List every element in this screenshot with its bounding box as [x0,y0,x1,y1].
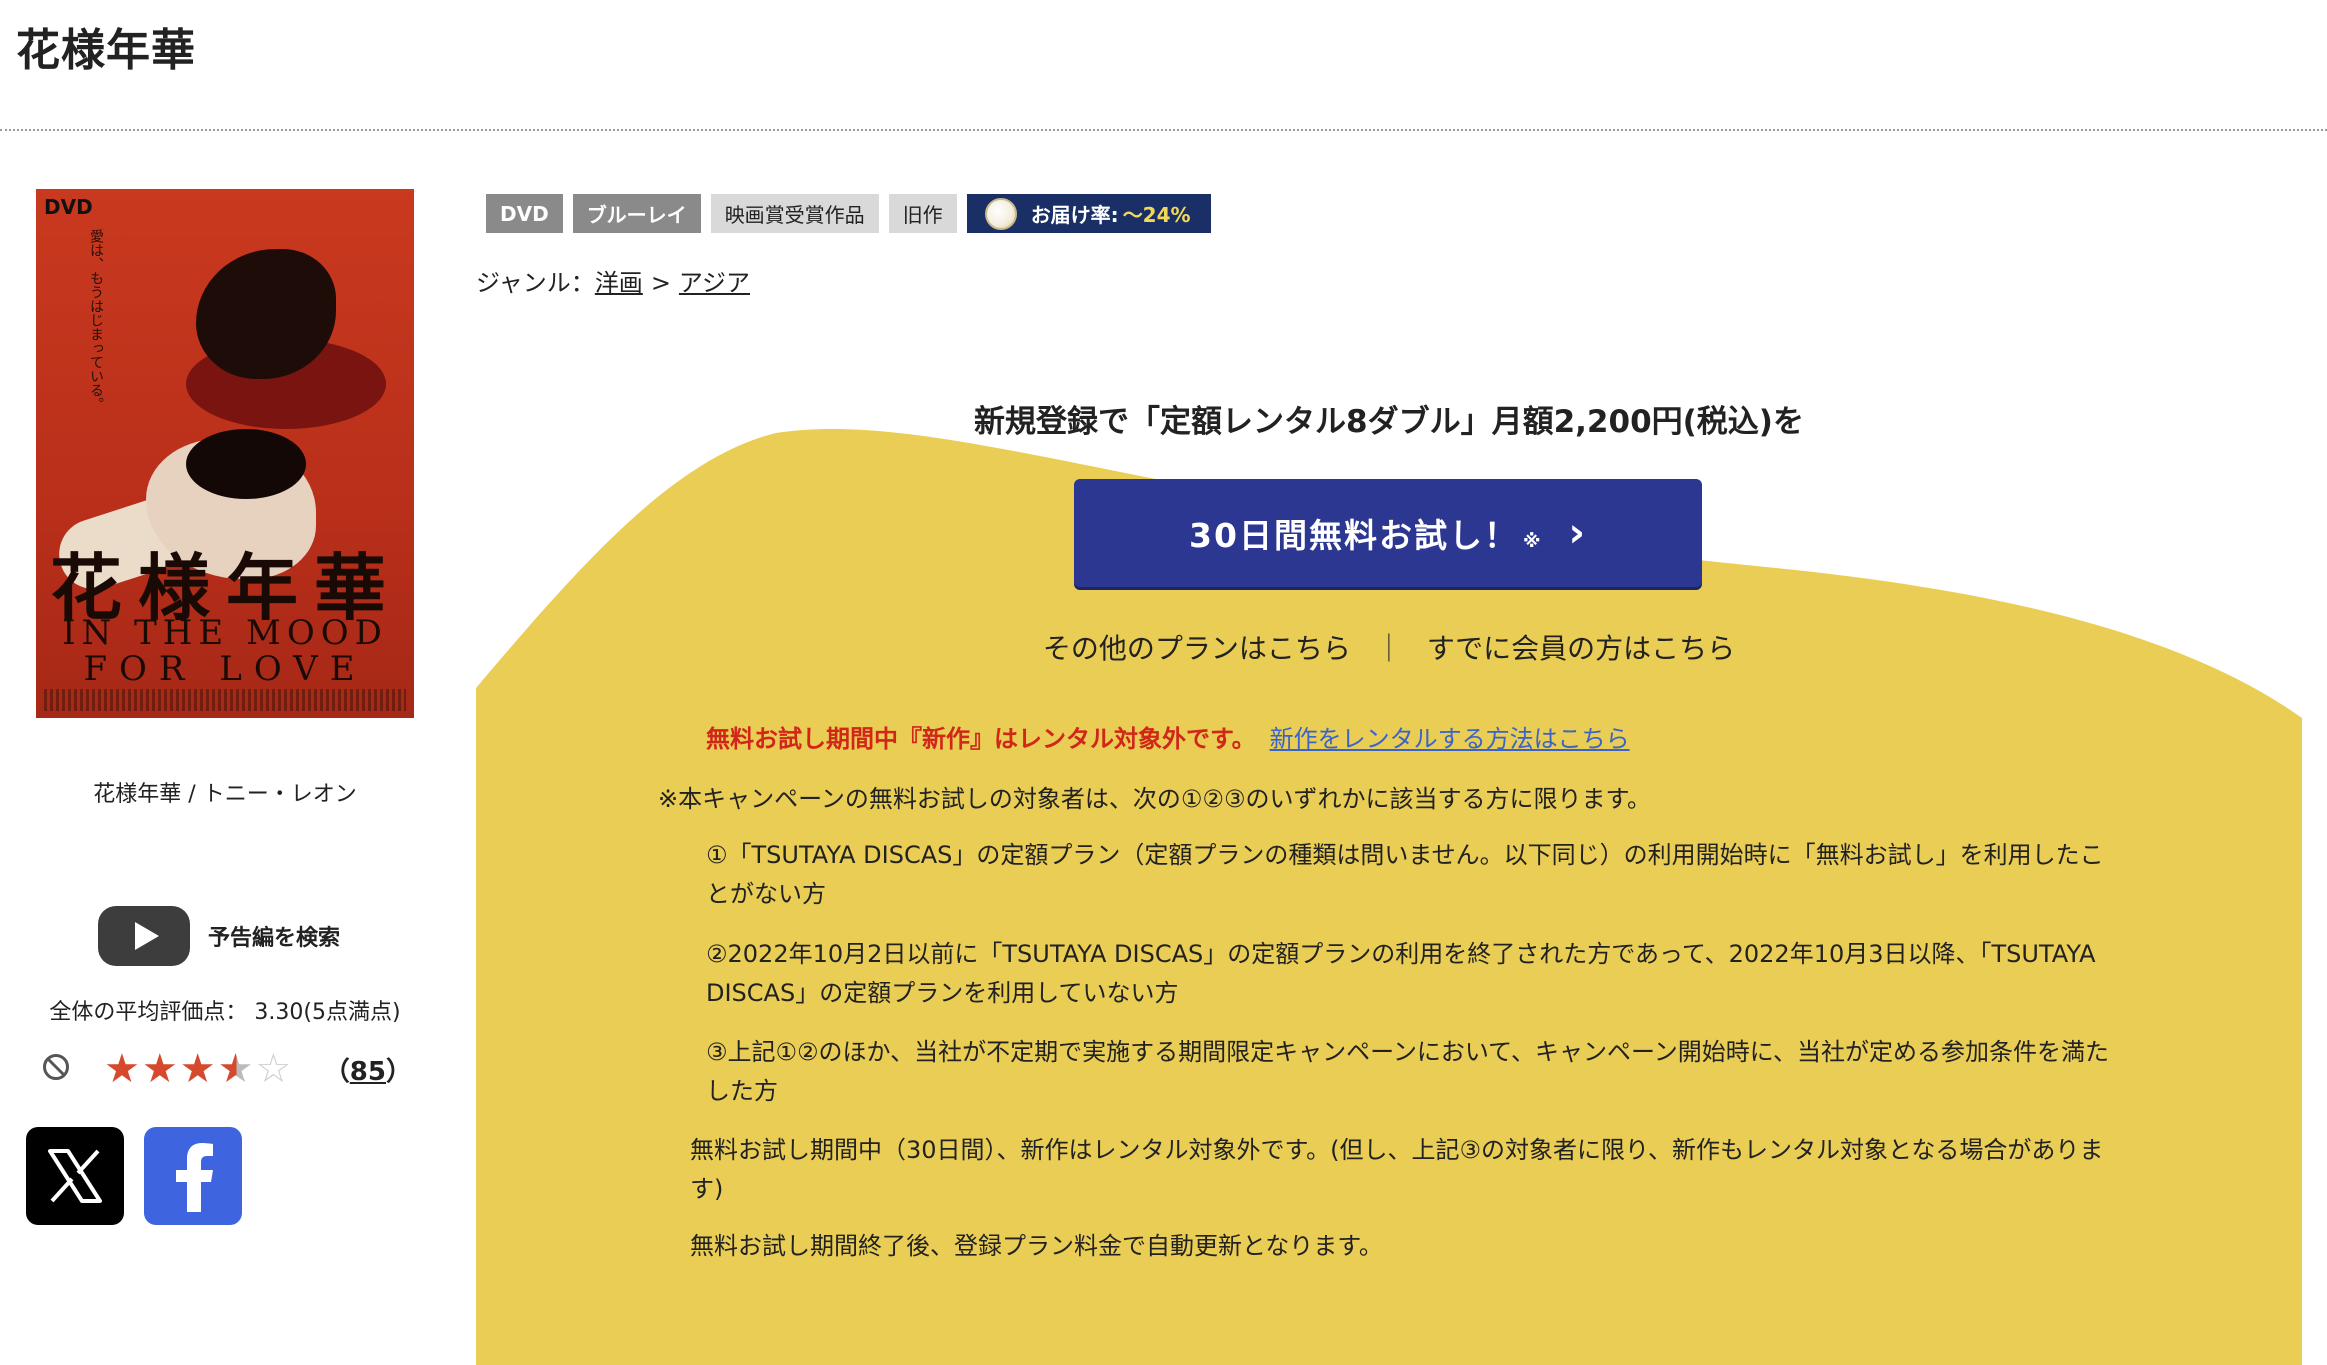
facebook-logo-icon [176,1143,213,1212]
free-trial-label: 30日間無料お試し！ [1189,516,1519,555]
new-release-rental-link[interactable]: 新作をレンタルする方法はこちら [1270,725,1630,753]
genre-breadcrumb: ジャンル：洋画 > アジア [476,263,750,298]
share-facebook-button[interactable] [144,1127,242,1225]
review-count-link[interactable]: （85） [324,1051,412,1088]
badge-award: 映画賞受賞作品 [710,194,879,233]
poster-title-en: FOR LOVE [83,649,367,689]
delivery-rate-value: ～24% [1122,203,1191,227]
trailer-search-link[interactable]: 予告編を検索 [98,906,340,966]
member-login-link[interactable]: すでに会員の方はこちら [1427,632,1735,665]
youtube-play-icon[interactable] [98,906,190,966]
free-trial-note: ※ [1522,530,1543,552]
work-subtitle: 花様年華 / トニー・レオン [93,782,357,807]
conditions-intro: ※本キャンペーンの無料お試しの対象者は、次の①②③のいずれかに該当する方に限りま… [658,785,1652,813]
star-icon[interactable]: ☆ [255,1046,293,1092]
star-rating[interactable]: ★★★★☆ [104,1047,293,1091]
trial-period-note: 無料お試し期間中（30日間）、新作はレンタル対象外です。(但し、上記③の対象者に… [690,1136,2104,1203]
poster-title-en: IN THE MOOD [62,613,388,653]
star-icon[interactable]: ★ [104,1046,142,1092]
review-count[interactable]: 85 [350,1057,386,1087]
campaign-headline: 新規登録で「定額レンタル8ダブル」月額2,200円(税込)を [974,404,1804,440]
play-icon [135,922,159,950]
badge-delivery-rate[interactable]: お届け率: ～24% [966,194,1211,233]
genre-link-asia[interactable]: アジア [679,269,750,297]
star-icon[interactable]: ★ [218,1046,256,1092]
rating-row: ★★★★☆ （85） [42,1047,414,1091]
link-divider: ｜ [1374,632,1403,665]
chevron-right-icon: › [1568,510,1587,556]
condition-3: ③上記①②のほか、当社が不定期で実施する期間限定キャンペーンにおいて、キャンペー… [706,1038,2110,1105]
condition-2: ②2022年10月2日以前に「TSUTAYA DISCAS」の定額プランの利用を… [706,940,2096,1007]
breadcrumb-separator: > [650,269,671,297]
badge-bluray: ブルーレイ [572,194,701,233]
auto-renew-note: 無料お試し期間終了後、登録プラン料金で自動更新となります。 [690,1232,1383,1260]
dvd-logo: DVD [44,195,93,219]
star-icon[interactable]: ★ [180,1046,218,1092]
poster-tagline: 愛は、もうはじまっている。 [88,229,104,411]
title-divider [0,129,2327,131]
genre-link-western[interactable]: 洋画 [595,269,643,297]
plan-links: その他のプランはこちら ｜ すでに会員の方はこちら [476,627,2302,667]
star-icon[interactable]: ★ [142,1046,180,1092]
other-plans-link[interactable]: その他のプランはこちら [1043,632,1351,665]
poster-figure [186,429,306,499]
badge-old: 旧作 [888,194,957,233]
trailer-search-label[interactable]: 予告編を検索 [208,920,340,952]
genre-label: ジャンル： [476,269,595,297]
poster-credits [44,689,406,711]
no-rating-icon[interactable] [42,1053,70,1081]
condition-1: ①「TSUTAYA DISCAS」の定額プラン（定額プランの種類は問いません。以… [706,841,2104,908]
moon-icon [984,197,1017,230]
badge-dvd: DVD [486,194,563,233]
new-release-notice: 無料お試し期間中『新作』はレンタル対象外です。 新作をレンタルする方法はこちら [706,719,1630,754]
page-title: 花様年華 [16,25,196,76]
share-x-button[interactable] [26,1127,124,1225]
free-trial-button[interactable]: 30日間無料お試し！ ※ › [1074,479,1702,587]
x-logo-icon [48,1149,102,1203]
average-rating: 全体の平均評価点： 3.30(5点満点) [49,1000,401,1025]
badge-list: DVD ブルーレイ 映画賞受賞作品 旧作 お届け率: ～24% [486,194,1211,233]
notice-text: 無料お試し期間中『新作』はレンタル対象外です。 [706,725,1256,753]
dvd-cover-image[interactable]: DVD 愛は、もうはじまっている。 花様年華 IN THE MOOD FOR L… [36,189,414,718]
